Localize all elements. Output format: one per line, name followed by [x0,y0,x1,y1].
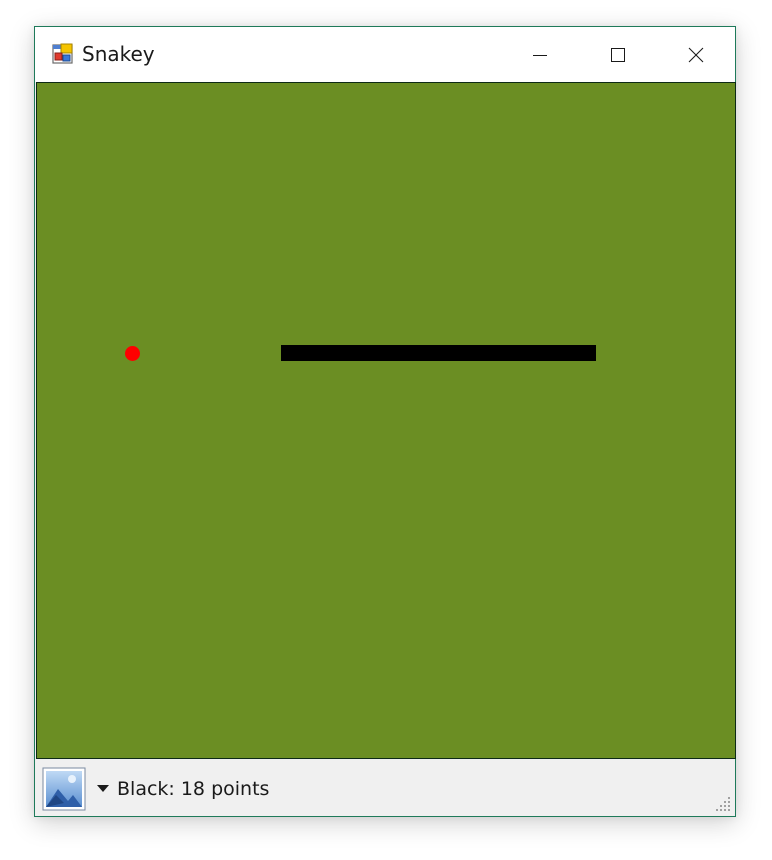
window-title: Snakey [82,42,155,66]
dropdown-arrow-icon [97,785,109,792]
picture-icon[interactable] [42,767,86,811]
status-bar: Black: 18 points [35,759,735,816]
minimize-icon [533,54,547,56]
snake-body [281,345,596,361]
game-canvas [125,345,596,361]
close-icon [688,47,704,62]
game-board[interactable] [36,82,736,759]
minimize-button[interactable] [501,27,579,82]
score-label: Black: 18 points [117,778,270,800]
maximize-button[interactable] [579,27,657,82]
title-bar[interactable]: Snakey [35,27,735,82]
food-pellet [125,346,140,361]
maximize-icon [611,47,625,62]
app-window: Snakey Black: 18 points [34,26,736,817]
resize-grip-icon[interactable] [714,795,732,813]
close-button[interactable] [657,27,735,82]
score-dropdown[interactable]: Black: 18 points [97,774,269,804]
app-window-icon [52,43,73,64]
